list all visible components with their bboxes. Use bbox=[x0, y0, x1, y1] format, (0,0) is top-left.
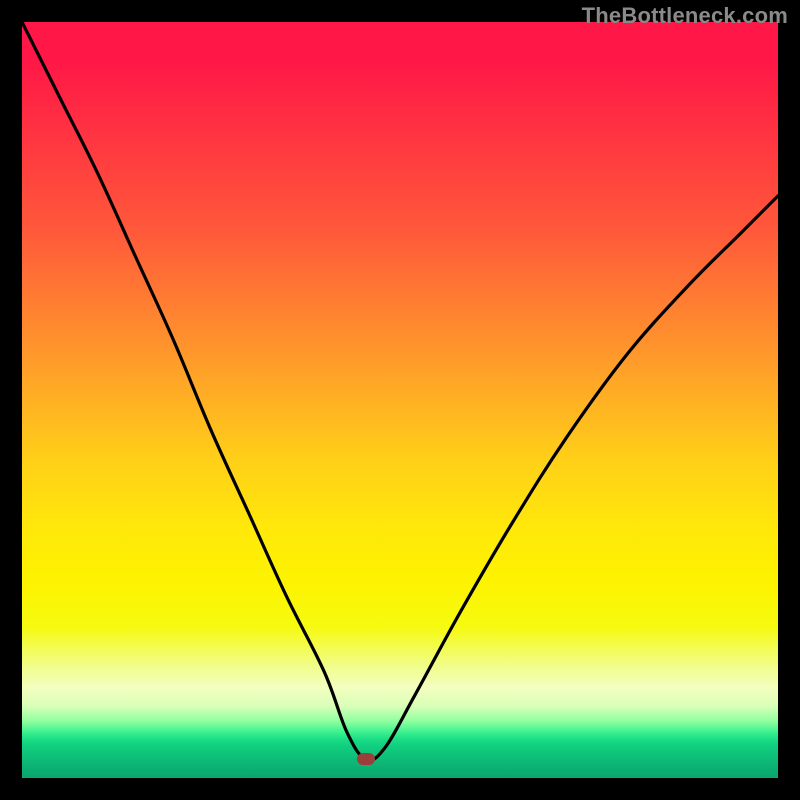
bottleneck-curve bbox=[22, 22, 778, 778]
plot-area bbox=[22, 22, 778, 778]
optimal-point-marker bbox=[357, 753, 375, 765]
chart-stage: TheBottleneck.com bbox=[0, 0, 800, 800]
watermark-text: TheBottleneck.com bbox=[582, 3, 788, 29]
